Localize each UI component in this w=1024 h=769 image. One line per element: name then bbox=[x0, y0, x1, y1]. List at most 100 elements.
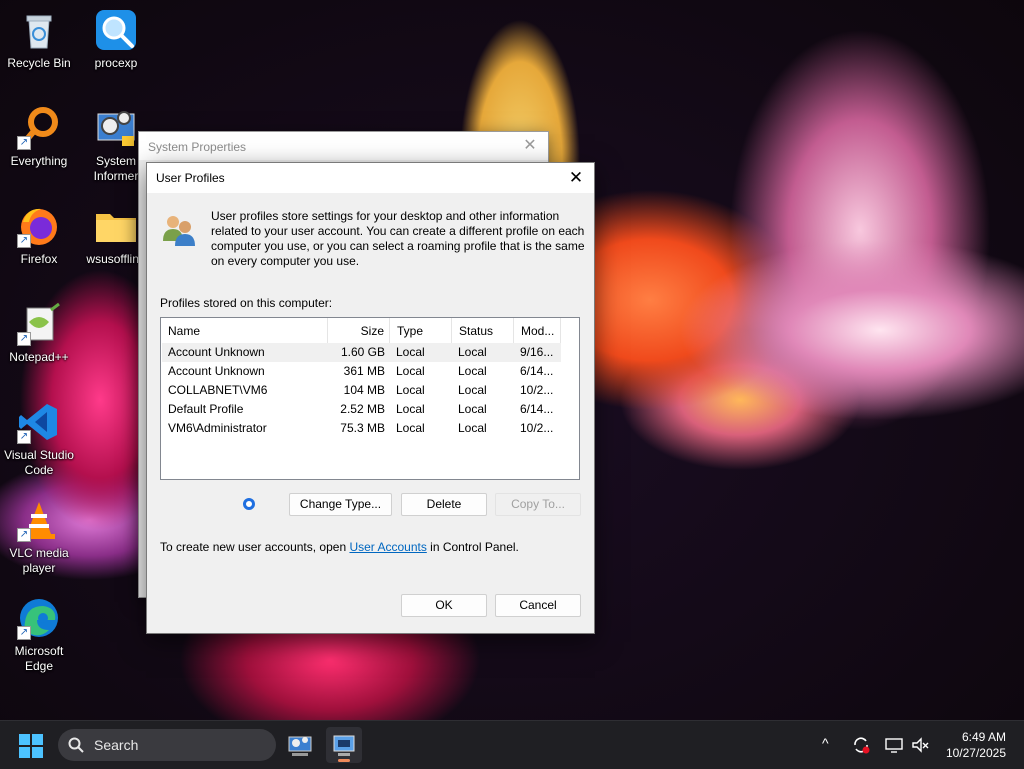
ok-button[interactable]: OK bbox=[401, 594, 487, 617]
cell-name: Account Unknown bbox=[168, 345, 265, 359]
cell-status: Local bbox=[458, 421, 487, 435]
column-header-status[interactable]: Status bbox=[452, 318, 514, 344]
tray-volume-muted-icon[interactable] bbox=[910, 735, 930, 758]
tray-chevron-icon[interactable]: ^ bbox=[822, 735, 829, 751]
cell-modified: 6/14... bbox=[520, 402, 554, 416]
change-type-button[interactable]: Change Type... bbox=[289, 493, 392, 516]
shortcut-arrow-icon: ↗ bbox=[17, 136, 31, 150]
delete-button[interactable]: Delete bbox=[401, 493, 487, 516]
desktop-icon-firefox[interactable]: ↗ Firefox bbox=[1, 204, 77, 267]
search-icon bbox=[68, 737, 84, 753]
procexp-icon bbox=[94, 8, 138, 52]
cell-size: 104 MB bbox=[343, 383, 385, 397]
cell-name: Default Profile bbox=[168, 402, 244, 416]
copy-to-button[interactable]: Copy To... bbox=[495, 493, 581, 516]
desktop-icon-label: Microsoft Edge bbox=[14, 644, 64, 673]
user-profiles-dialog: User Profiles ✕ User profiles store sett… bbox=[146, 162, 595, 634]
profile-row[interactable]: Default Profile 2.52 MB Local Local 6/14… bbox=[162, 400, 561, 419]
active-app-indicator bbox=[338, 759, 350, 762]
users-icon bbox=[161, 213, 197, 247]
cell-status: Local bbox=[458, 345, 487, 359]
taskbar-search-box[interactable]: Search bbox=[58, 729, 276, 761]
vscode-icon: ↗ bbox=[17, 400, 61, 444]
profiles-list-label: Profiles stored on this computer: bbox=[160, 296, 333, 310]
cell-status: Local bbox=[458, 383, 487, 397]
profiles-list-view[interactable]: Name Size Type Status Mod... Account Unk… bbox=[160, 317, 580, 480]
profile-row[interactable]: Account Unknown 1.60 GB Local Local 9/16… bbox=[162, 343, 561, 362]
cell-status: Local bbox=[458, 364, 487, 378]
taskbar-clock[interactable]: 6:49 AM 10/27/2025 bbox=[946, 729, 1006, 761]
cell-type: Local bbox=[396, 421, 425, 435]
windows-logo-icon bbox=[19, 734, 43, 758]
clock-time: 6:49 AM bbox=[961, 730, 1006, 744]
profile-row[interactable]: COLLABNET\VM6 104 MB Local Local 10/2... bbox=[162, 381, 561, 400]
column-header-size[interactable]: Size bbox=[328, 318, 390, 344]
user-profiles-close-button[interactable]: ✕ bbox=[564, 167, 588, 189]
column-header-name[interactable]: Name bbox=[161, 318, 328, 344]
cell-size: 1.60 GB bbox=[340, 345, 385, 359]
system-properties-title: System Properties bbox=[148, 140, 247, 154]
cell-size: 75.3 MB bbox=[340, 421, 385, 435]
cancel-button[interactable]: Cancel bbox=[495, 594, 581, 617]
shortcut-arrow-icon: ↗ bbox=[17, 332, 31, 346]
cell-type: Local bbox=[396, 383, 425, 397]
desktop-icon-notepadpp[interactable]: ↗ Notepad++ bbox=[1, 302, 77, 365]
cell-type: Local bbox=[396, 364, 425, 378]
system-properties-icon bbox=[333, 735, 355, 756]
recycle-bin-icon bbox=[17, 8, 61, 52]
shortcut-arrow-icon: ↗ bbox=[17, 430, 31, 444]
clock-date: 10/27/2025 bbox=[945, 746, 1006, 760]
desktop-icon-label: Firefox bbox=[20, 252, 58, 266]
desktop-icon-vlc[interactable]: ↗ VLC media player bbox=[1, 498, 77, 576]
cell-status: Local bbox=[458, 402, 487, 416]
taskbar: Search ^ 6:49 AM 10/27/2025 bbox=[0, 720, 1024, 769]
cell-modified: 10/2... bbox=[520, 383, 554, 397]
folder-icon bbox=[94, 204, 138, 248]
system-properties-close-button[interactable]: ✕ bbox=[520, 136, 540, 156]
cell-size: 361 MB bbox=[343, 364, 385, 378]
taskbar-app-system-informer[interactable] bbox=[282, 727, 318, 763]
footer-text-after: in Control Panel. bbox=[426, 540, 519, 554]
system-informer-icon bbox=[94, 106, 138, 150]
taskbar-app-system-properties[interactable] bbox=[326, 727, 362, 763]
cell-name: VM6\Administrator bbox=[168, 421, 267, 435]
vlc-icon: ↗ bbox=[17, 498, 61, 542]
column-header-modified[interactable]: Mod... bbox=[514, 318, 561, 344]
cell-name: Account Unknown bbox=[168, 364, 265, 378]
edge-icon: ↗ bbox=[17, 596, 61, 640]
desktop-icon-edge[interactable]: ↗ Microsoft Edge bbox=[1, 596, 77, 674]
desktop-icon-label: Visual Studio Code bbox=[4, 448, 74, 477]
start-button[interactable] bbox=[18, 733, 44, 759]
desktop-icon-everything[interactable]: ↗ Everything bbox=[1, 106, 77, 169]
cell-size: 2.52 MB bbox=[340, 402, 385, 416]
shortcut-arrow-icon: ↗ bbox=[17, 626, 31, 640]
loading-spinner-icon bbox=[243, 498, 255, 510]
desktop-icon-procexp[interactable]: procexp bbox=[78, 8, 154, 71]
tray-display-icon[interactable] bbox=[884, 735, 904, 758]
footer-text: To create new user accounts, open User A… bbox=[160, 540, 519, 554]
user-profiles-titlebar[interactable]: User Profiles ✕ bbox=[147, 163, 594, 193]
user-accounts-link[interactable]: User Accounts bbox=[349, 540, 426, 554]
footer-text-before: To create new user accounts, open bbox=[160, 540, 350, 554]
desktop-icon-label: VLC media player bbox=[9, 546, 69, 575]
cell-type: Local bbox=[396, 402, 425, 416]
shortcut-arrow-icon: ↗ bbox=[17, 528, 31, 542]
desktop-icon-label: procexp bbox=[94, 56, 138, 70]
cell-name: COLLABNET\VM6 bbox=[168, 383, 268, 397]
cell-modified: 6/14... bbox=[520, 364, 554, 378]
desktop-icon-label: Notepad++ bbox=[9, 350, 69, 364]
everything-icon: ↗ bbox=[17, 106, 61, 150]
desktop-icon-vscode[interactable]: ↗ Visual Studio Code bbox=[1, 400, 77, 478]
taskbar-search-label: Search bbox=[94, 737, 139, 753]
cell-type: Local bbox=[396, 345, 425, 359]
notepadpp-icon: ↗ bbox=[17, 302, 61, 346]
tray-sync-icon[interactable] bbox=[851, 735, 871, 758]
system-properties-titlebar[interactable]: System Properties ✕ bbox=[139, 132, 548, 160]
column-header-type[interactable]: Type bbox=[390, 318, 452, 344]
cell-modified: 9/16... bbox=[520, 345, 554, 359]
desktop-icon-recycle-bin[interactable]: Recycle Bin bbox=[1, 8, 77, 71]
profile-row[interactable]: Account Unknown 361 MB Local Local 6/14.… bbox=[162, 362, 561, 381]
desktop-icon-label: Recycle Bin bbox=[7, 56, 71, 70]
cell-modified: 10/2... bbox=[520, 421, 554, 435]
profile-row[interactable]: VM6\Administrator 75.3 MB Local Local 10… bbox=[162, 419, 561, 438]
